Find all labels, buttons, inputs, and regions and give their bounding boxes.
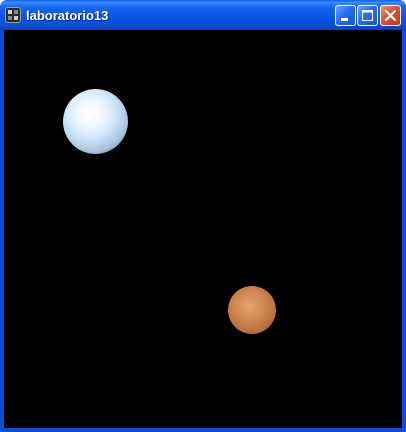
minimize-button[interactable] (335, 5, 356, 26)
maximize-button[interactable] (357, 5, 378, 26)
close-icon (384, 9, 397, 22)
white-sphere (63, 89, 128, 154)
window-title: laboratorio13 (26, 8, 109, 23)
close-button[interactable] (380, 5, 401, 26)
title-bar[interactable]: laboratorio13 (0, 0, 406, 30)
maximize-icon (362, 10, 373, 21)
program-icon[interactable] (5, 7, 21, 23)
minimize-icon (341, 18, 348, 21)
render-canvas[interactable] (4, 30, 402, 428)
app-window: laboratorio13 (0, 0, 406, 432)
orange-sphere (228, 286, 276, 334)
